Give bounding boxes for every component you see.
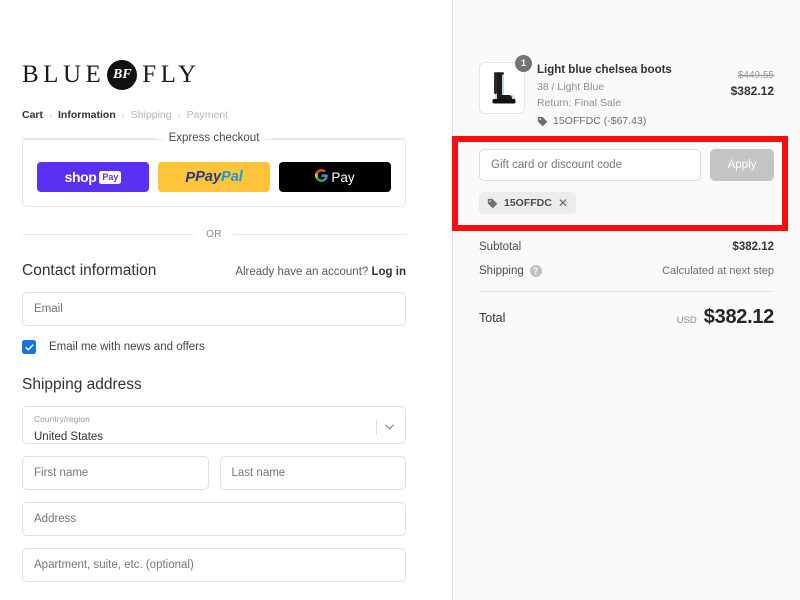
newsletter-label: Email me with news and offers	[49, 341, 205, 353]
order-line-item: 1 Light blue chelsea boots 38 / Light Bl…	[479, 55, 774, 127]
checkout-page: BLUE BF FLY Cart › Information › Shippin…	[0, 0, 800, 600]
account-prompt-text: Already have an account?	[235, 266, 369, 278]
order-totals: Subtotal $382.12 Shipping ? Calculated a…	[479, 241, 774, 329]
grand-total-row: Total USD $382.12	[479, 306, 774, 329]
google-pay-label: Pay	[331, 169, 355, 185]
address-input[interactable]	[22, 502, 406, 536]
discount-code-row: Apply	[479, 149, 774, 182]
product-details: Light blue chelsea boots 38 / Light Blue…	[525, 62, 731, 127]
newsletter-opt-in-row[interactable]: Email me with news and offers	[22, 340, 406, 354]
apartment-input[interactable]	[22, 548, 406, 582]
paypal-icon: P	[185, 168, 196, 186]
divider-line	[22, 137, 155, 139]
logo-text-right: FLY	[142, 61, 201, 88]
total-currency: USD	[676, 315, 697, 327]
discount-code-section: Apply 15OFFDC ✕	[479, 149, 774, 215]
apply-discount-button[interactable]: Apply	[710, 149, 774, 182]
contact-information-header: Contact information Already have an acco…	[22, 262, 406, 280]
divider-line	[273, 137, 407, 139]
shipping-label: Shipping	[479, 265, 524, 278]
breadcrumb-separator-icon: ›	[177, 110, 181, 120]
discount-tag-icon	[487, 198, 498, 208]
express-checkout-heading: Express checkout	[22, 132, 407, 144]
express-checkout-section: Express checkout shop Pay P Pay Pal Pay	[22, 132, 407, 207]
first-name-input[interactable]	[22, 456, 209, 490]
google-pay-button[interactable]: Pay	[279, 162, 391, 192]
remove-discount-icon[interactable]: ✕	[558, 197, 568, 209]
totals-divider	[479, 291, 774, 293]
discount-tag-icon	[537, 116, 548, 126]
product-final-price: $382.12	[730, 84, 774, 98]
account-prompt: Already have an account? Log in	[235, 266, 406, 278]
express-checkout-buttons: shop Pay P Pay Pal Pay	[22, 139, 406, 207]
or-divider: OR	[22, 229, 406, 240]
breadcrumb-item-shipping: Shipping	[130, 109, 172, 121]
express-checkout-label: Express checkout	[162, 132, 266, 144]
divider-line	[22, 234, 196, 235]
country-region-value: United States	[34, 431, 104, 443]
subtotal-row: Subtotal $382.12	[479, 241, 774, 253]
last-name-input[interactable]	[219, 456, 406, 490]
product-variant: 38 / Light Blue	[537, 80, 605, 93]
product-return-policy: Return: Final Sale	[537, 97, 622, 110]
divider-line	[232, 234, 406, 235]
subtotal-value: $382.12	[732, 241, 774, 254]
chelsea-boot-icon	[492, 72, 516, 104]
subtotal-label: Subtotal	[479, 241, 522, 254]
shipping-value: Calculated at next step	[662, 265, 774, 278]
applied-discount-code: 15OFFDC	[504, 197, 552, 210]
product-discount-text: 15OFFDC (-$67.43)	[553, 115, 647, 128]
breadcrumb-item-information[interactable]: Information	[58, 109, 116, 121]
total-label: Total	[479, 310, 506, 325]
shop-pay-button[interactable]: shop Pay	[37, 162, 149, 192]
checkout-form-column: BLUE BF FLY Cart › Information › Shippin…	[0, 0, 452, 600]
help-icon[interactable]: ?	[529, 265, 542, 278]
total-value: $382.12	[703, 306, 775, 329]
breadcrumb-separator-icon: ›	[121, 110, 125, 120]
shop-pay-label: shop	[64, 169, 97, 185]
order-summary-column: 1 Light blue chelsea boots 38 / Light Bl…	[452, 0, 800, 600]
product-thumbnail-wrapper: 1	[479, 55, 532, 114]
discount-code-input[interactable]	[479, 149, 701, 182]
shipping-label-group: Shipping ?	[479, 265, 542, 278]
email-input[interactable]	[22, 292, 406, 326]
log-in-link[interactable]: Log in	[372, 266, 407, 278]
applied-discount-chip: 15OFFDC ✕	[479, 192, 576, 215]
contact-information-title: Contact information	[22, 262, 157, 279]
paypal-button[interactable]: P Pay Pal	[158, 162, 270, 192]
site-logo[interactable]: BLUE BF FLY	[22, 58, 406, 92]
paypal-label-pal: Pal	[221, 169, 243, 185]
breadcrumb-separator-icon: ›	[49, 110, 53, 120]
quantity-badge: 1	[515, 55, 532, 72]
newsletter-checkbox[interactable]	[22, 340, 36, 354]
product-original-price: $449.55	[737, 70, 774, 81]
select-divider	[376, 419, 377, 435]
logo-text-left: BLUE	[22, 61, 106, 88]
shop-pay-tag: Pay	[99, 170, 122, 184]
product-name: Light blue chelsea boots	[537, 64, 672, 76]
shipping-address-header: Shipping address	[22, 376, 406, 394]
total-amount-group: USD $382.12	[676, 306, 775, 329]
product-pricing: $449.55 $382.12	[731, 62, 774, 98]
paypal-label-pay: Pay	[195, 169, 222, 185]
shipping-row: Shipping ? Calculated at next step	[479, 265, 774, 278]
country-region-label: Country/region	[34, 414, 90, 424]
breadcrumb-item-cart[interactable]: Cart	[22, 109, 43, 121]
logo-monogram-icon: BF	[107, 60, 138, 90]
country-region-select[interactable]: Country/region United States	[22, 406, 406, 444]
breadcrumb: Cart › Information › Shipping › Payment	[22, 109, 406, 121]
shipping-address-title: Shipping address	[22, 376, 142, 393]
or-label: OR	[206, 229, 222, 240]
breadcrumb-item-payment: Payment	[186, 109, 229, 121]
product-discount-row: 15OFFDC (-$67.43)	[537, 115, 731, 127]
chevron-down-icon[interactable]	[376, 419, 394, 435]
google-icon	[315, 169, 329, 185]
